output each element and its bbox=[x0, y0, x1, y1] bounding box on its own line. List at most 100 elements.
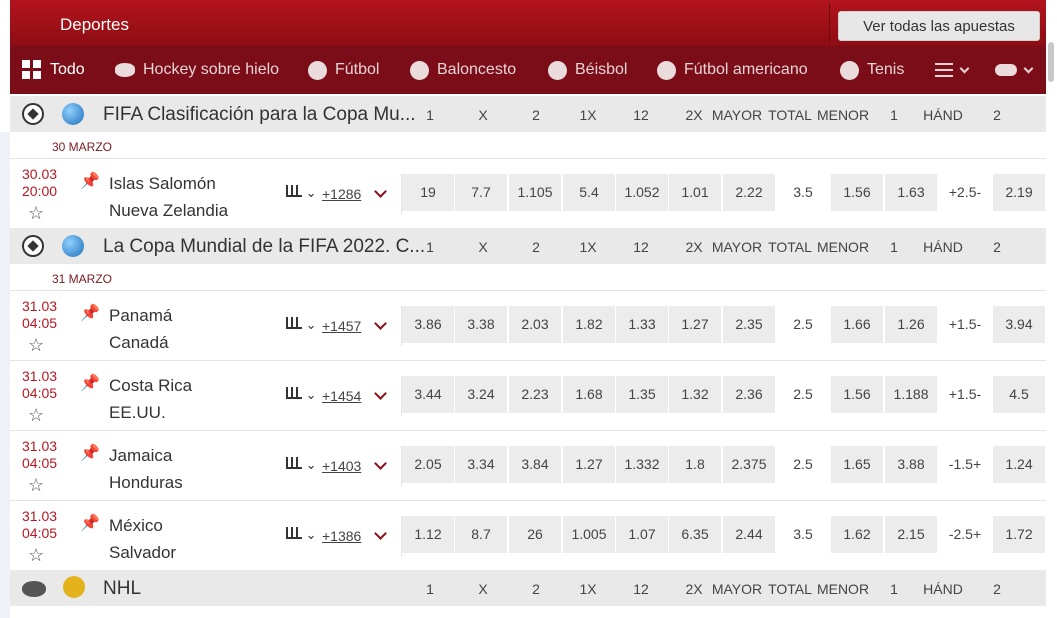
stats-button[interactable]: ⌄ bbox=[286, 527, 317, 543]
nav-more-menu[interactable] bbox=[935, 46, 970, 94]
odd-cell[interactable]: 1.26 bbox=[885, 306, 937, 343]
odd-cell[interactable]: 2.19 bbox=[993, 174, 1045, 211]
nav-item-todo[interactable]: Todo bbox=[22, 46, 85, 94]
odd-cell[interactable]: 19 bbox=[402, 174, 454, 211]
odd-cell[interactable]: 3.44 bbox=[402, 376, 454, 413]
odd-cell[interactable]: 1.66 bbox=[831, 306, 883, 343]
odd-cell[interactable]: 3.34 bbox=[455, 446, 507, 483]
match-row[interactable]: 30.03 20:00 ☆ 📌 Islas Salomón Nueva Zelandia … bbox=[10, 158, 1046, 228]
favorite-star-icon[interactable]: ☆ bbox=[28, 203, 44, 224]
chevron-down-icon[interactable] bbox=[374, 387, 387, 400]
odd-cell[interactable]: 1.332 bbox=[616, 446, 668, 483]
odd-cell[interactable]: 5.4 bbox=[563, 174, 615, 211]
nav-item-hockey[interactable]: Hockey sobre hielo bbox=[115, 46, 279, 94]
more-markets-link[interactable]: +1386 bbox=[322, 528, 361, 544]
odd-cell[interactable]: 3.5 bbox=[777, 174, 829, 211]
nav-item-beisbol[interactable]: Béisbol bbox=[548, 46, 627, 94]
odd-cell[interactable]: 1.33 bbox=[616, 306, 668, 343]
pin-icon[interactable]: 📌 bbox=[80, 373, 100, 393]
match-row[interactable]: 31.03 04:05 ☆ 📌 Costa Rica EE.UU. ⌄ +1454 3.44 3… bbox=[10, 360, 1046, 430]
odd-cell[interactable]: 1.62 bbox=[831, 516, 883, 553]
league-header[interactable]: FIFA Clasificación para la Copa Mu... 1 X 2… bbox=[10, 96, 1046, 132]
match-row[interactable]: 31.03 04:05 ☆ 📌 Jamaica Honduras ⌄ +1403 2.05 3.… bbox=[10, 430, 1046, 500]
odd-cell[interactable]: 1.052 bbox=[616, 174, 668, 211]
odd-cell[interactable]: 3.38 bbox=[455, 306, 507, 343]
odd-cell[interactable]: 1.72 bbox=[993, 516, 1045, 553]
odd-cell[interactable]: 1.65 bbox=[831, 446, 883, 483]
chevron-down-icon[interactable] bbox=[374, 457, 387, 470]
chevron-down-icon[interactable] bbox=[374, 527, 387, 540]
odd-cell[interactable]: 2.03 bbox=[509, 306, 561, 343]
chevron-down-icon[interactable] bbox=[374, 185, 387, 198]
stats-button[interactable]: ⌄ bbox=[286, 317, 317, 333]
odd-cell[interactable]: 1.12 bbox=[402, 516, 454, 553]
odd-cell[interactable]: 1.01 bbox=[669, 174, 721, 211]
more-markets-link[interactable]: +1454 bbox=[322, 388, 361, 404]
pin-icon[interactable]: 📌 bbox=[80, 443, 100, 463]
odd-cell[interactable]: 3.24 bbox=[455, 376, 507, 413]
odd-cell[interactable]: 1.07 bbox=[616, 516, 668, 553]
odd-cell[interactable]: 1.56 bbox=[831, 174, 883, 211]
odd-cell[interactable]: 8.7 bbox=[455, 516, 507, 553]
odd-cell[interactable]: 3.94 bbox=[993, 306, 1045, 343]
favorite-star-icon[interactable]: ☆ bbox=[28, 545, 44, 566]
odd-cell[interactable]: +1.5- bbox=[939, 306, 991, 343]
odd-cell[interactable]: 1.005 bbox=[563, 516, 615, 553]
stats-button[interactable]: ⌄ bbox=[286, 387, 317, 403]
match-row[interactable]: 31.03 04:05 ☆ 📌 México Salvador ⌄ +1386 1.12 8.7… bbox=[10, 500, 1046, 570]
odd-cell[interactable]: 1.82 bbox=[563, 306, 615, 343]
chevron-down-icon[interactable] bbox=[374, 317, 387, 330]
odd-cell[interactable]: 3.5 bbox=[777, 516, 829, 553]
nav-item-futbol[interactable]: Fútbol bbox=[308, 46, 379, 94]
nav-esports[interactable] bbox=[995, 46, 1034, 94]
odd-cell[interactable]: 1.27 bbox=[563, 446, 615, 483]
odd-cell[interactable]: 2.5 bbox=[777, 446, 829, 483]
odd-cell[interactable]: 3.86 bbox=[402, 306, 454, 343]
odd-cell[interactable]: -1.5+ bbox=[939, 446, 991, 483]
odd-cell[interactable]: 1.68 bbox=[563, 376, 615, 413]
match-teams[interactable]: Jamaica Honduras bbox=[109, 442, 183, 496]
league-header[interactable]: NHL 1 X 2 1X 12 2X MAYOR TOTAL MENOR 1 HÁND 2 bbox=[10, 570, 1046, 606]
match-teams[interactable]: Costa Rica EE.UU. bbox=[109, 372, 192, 426]
scrollbar-track[interactable] bbox=[1046, 0, 1057, 618]
pin-icon[interactable]: 📌 bbox=[80, 171, 100, 191]
more-markets-link[interactable]: +1457 bbox=[322, 318, 361, 334]
odd-cell[interactable]: 1.105 bbox=[509, 174, 561, 211]
more-markets-link[interactable]: +1403 bbox=[322, 458, 361, 474]
pin-icon[interactable]: 📌 bbox=[80, 513, 100, 533]
odd-cell[interactable]: 1.188 bbox=[885, 376, 937, 413]
view-all-bets-button[interactable]: Ver todas las apuestas bbox=[838, 11, 1040, 41]
nav-item-tenis[interactable]: Tenis bbox=[840, 46, 904, 94]
match-teams[interactable]: México Salvador bbox=[109, 512, 176, 566]
odd-cell[interactable]: 2.23 bbox=[509, 376, 561, 413]
favorite-star-icon[interactable]: ☆ bbox=[28, 335, 44, 356]
odd-cell[interactable]: 1.24 bbox=[993, 446, 1045, 483]
stats-button[interactable]: ⌄ bbox=[286, 457, 317, 473]
stats-button[interactable]: ⌄ bbox=[286, 185, 317, 201]
odd-cell[interactable]: 1.56 bbox=[831, 376, 883, 413]
odd-cell[interactable]: 1.63 bbox=[885, 174, 937, 211]
odd-cell[interactable]: 26 bbox=[509, 516, 561, 553]
odd-cell[interactable]: 2.375 bbox=[723, 446, 775, 483]
odd-cell[interactable]: 1.8 bbox=[669, 446, 721, 483]
odd-cell[interactable]: 2.35 bbox=[723, 306, 775, 343]
odd-cell[interactable]: 2.36 bbox=[723, 376, 775, 413]
favorite-star-icon[interactable]: ☆ bbox=[28, 405, 44, 426]
odd-cell[interactable]: 2.44 bbox=[723, 516, 775, 553]
odd-cell[interactable]: 2.5 bbox=[777, 306, 829, 343]
scrollbar-thumb[interactable] bbox=[1048, 42, 1054, 82]
pin-icon[interactable]: 📌 bbox=[80, 303, 100, 323]
odd-cell[interactable]: 6.35 bbox=[669, 516, 721, 553]
odd-cell[interactable]: 2.15 bbox=[885, 516, 937, 553]
odd-cell[interactable]: +1.5- bbox=[939, 376, 991, 413]
odd-cell[interactable]: -2.5+ bbox=[939, 516, 991, 553]
odd-cell[interactable]: 1.27 bbox=[669, 306, 721, 343]
odd-cell[interactable]: 2.22 bbox=[723, 174, 775, 211]
odd-cell[interactable]: 1.32 bbox=[669, 376, 721, 413]
odd-cell[interactable]: 2.5 bbox=[777, 376, 829, 413]
nav-item-baloncesto[interactable]: Baloncesto bbox=[410, 46, 516, 94]
odd-cell[interactable]: 7.7 bbox=[455, 174, 507, 211]
match-teams[interactable]: Islas Salomón Nueva Zelandia bbox=[109, 170, 228, 224]
odd-cell[interactable]: 4.5 bbox=[993, 376, 1045, 413]
league-header[interactable]: La Copa Mundial de la FIFA 2022. C... 1 X 2… bbox=[10, 228, 1046, 264]
